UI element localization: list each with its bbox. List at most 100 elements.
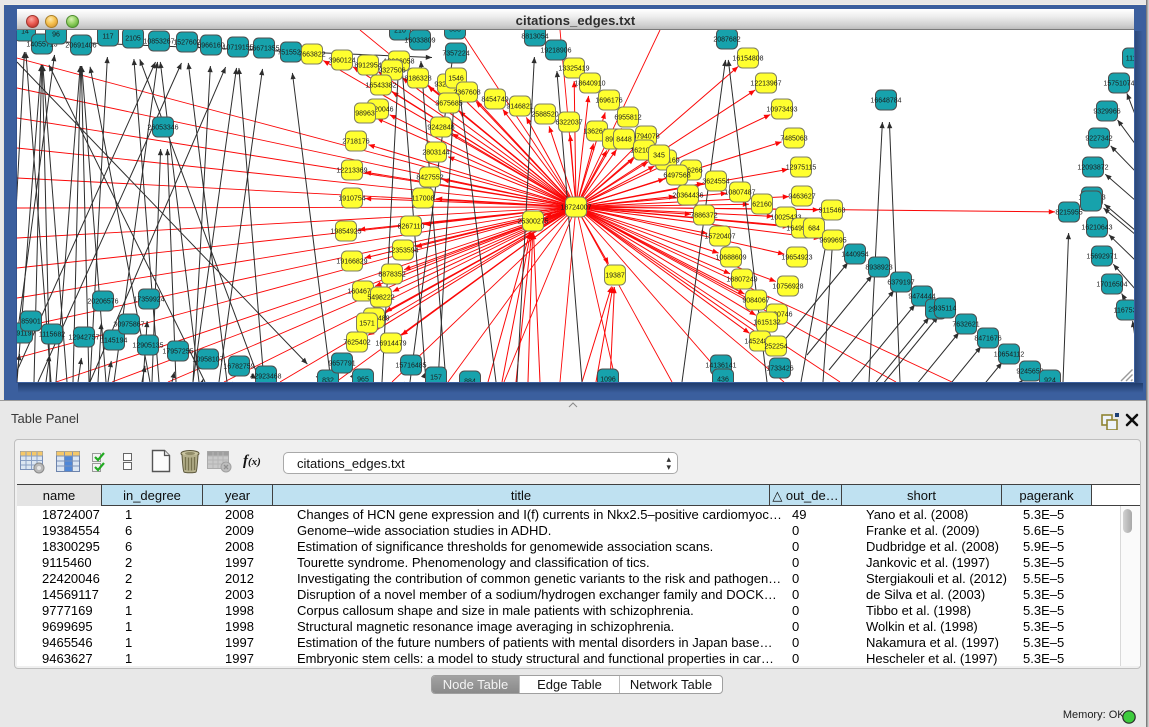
svg-text:9242848: 9242848 bbox=[427, 125, 454, 132]
svg-text:157: 157 bbox=[430, 375, 442, 382]
svg-text:16154808: 16154808 bbox=[732, 56, 763, 63]
svg-text:1167533: 1167533 bbox=[1114, 308, 1134, 315]
svg-text:1112: 1112 bbox=[1126, 56, 1134, 63]
svg-text:2105: 2105 bbox=[125, 36, 141, 43]
svg-text:8938923: 8938923 bbox=[865, 265, 892, 272]
svg-text:1096: 1096 bbox=[600, 377, 616, 383]
svg-text:10688609: 10688609 bbox=[715, 255, 746, 262]
svg-text:7632621: 7632621 bbox=[952, 322, 979, 329]
svg-text:1440954: 1440954 bbox=[841, 252, 868, 259]
svg-text:2588520: 2588520 bbox=[531, 112, 558, 119]
svg-text:8454749: 8454749 bbox=[481, 97, 508, 104]
svg-text:832: 832 bbox=[322, 378, 334, 383]
svg-text:7886372: 7886372 bbox=[690, 213, 717, 220]
svg-text:8215955: 8215955 bbox=[1055, 210, 1082, 217]
svg-text:98963: 98963 bbox=[355, 111, 375, 118]
svg-text:16210643: 16210643 bbox=[1081, 225, 1112, 232]
svg-text:3675685: 3675685 bbox=[435, 101, 462, 108]
svg-text:9657791: 9657791 bbox=[328, 361, 355, 368]
svg-text:924: 924 bbox=[1044, 378, 1056, 383]
svg-text:8448: 8448 bbox=[616, 137, 632, 144]
svg-text:12923468: 12923468 bbox=[250, 374, 281, 381]
svg-text:19218906: 19218906 bbox=[540, 48, 571, 55]
svg-text:16543382: 16543382 bbox=[365, 83, 396, 90]
svg-text:39119: 39119 bbox=[17, 331, 32, 338]
svg-text:17359924: 17359924 bbox=[133, 297, 164, 304]
svg-text:8471676: 8471676 bbox=[974, 336, 1001, 343]
svg-text:8813054: 8813054 bbox=[521, 34, 548, 41]
svg-text:9699695: 9699695 bbox=[819, 238, 846, 245]
svg-text:19387: 19387 bbox=[605, 273, 625, 280]
svg-text:12093872: 12093872 bbox=[1077, 165, 1108, 172]
svg-text:7485063: 7485063 bbox=[780, 136, 807, 143]
svg-text:16648784: 16648784 bbox=[870, 98, 901, 105]
svg-text:15751074: 15751074 bbox=[1103, 81, 1134, 88]
svg-text:12353594: 12353594 bbox=[387, 248, 418, 255]
svg-text:1615132: 1615132 bbox=[753, 320, 780, 327]
svg-text:8267110: 8267110 bbox=[398, 224, 425, 231]
svg-text:10807487: 10807487 bbox=[724, 190, 755, 197]
svg-text:7663822: 7663822 bbox=[298, 52, 325, 59]
svg-text:14136141: 14136141 bbox=[705, 363, 736, 370]
svg-text:15716485: 15716485 bbox=[395, 363, 426, 370]
svg-text:3624554: 3624554 bbox=[702, 179, 729, 186]
svg-text:6322037: 6322037 bbox=[555, 120, 582, 127]
svg-text:17016504: 17016504 bbox=[1096, 282, 1127, 289]
svg-text:9329966: 9329966 bbox=[1093, 109, 1120, 116]
svg-text:10958107: 10958107 bbox=[192, 357, 223, 364]
svg-text:9327506: 9327506 bbox=[378, 68, 405, 75]
svg-text:884: 884 bbox=[464, 379, 476, 383]
svg-text:10973493: 10973493 bbox=[766, 107, 797, 114]
svg-text:19166829: 19166829 bbox=[336, 259, 367, 266]
svg-text:5498222: 5498222 bbox=[367, 295, 394, 302]
svg-text:2718176: 2718176 bbox=[342, 139, 369, 146]
svg-text:17957255: 17957255 bbox=[162, 349, 193, 356]
svg-text:6955812: 6955812 bbox=[614, 115, 641, 122]
svg-text:935114: 935114 bbox=[934, 306, 957, 313]
svg-text:7625402: 7625402 bbox=[343, 340, 370, 347]
svg-text:62160: 62160 bbox=[752, 202, 772, 209]
svg-text:18724007: 18724007 bbox=[560, 205, 591, 212]
svg-text:96: 96 bbox=[52, 32, 60, 39]
svg-text:10654112: 10654112 bbox=[994, 352, 1025, 359]
svg-text:117: 117 bbox=[102, 34, 113, 41]
svg-text:9115460: 9115460 bbox=[819, 208, 846, 215]
svg-text:13325419: 13325419 bbox=[558, 66, 589, 73]
svg-text:12213369: 12213369 bbox=[336, 168, 367, 175]
svg-text:20364436: 20364436 bbox=[672, 193, 703, 200]
svg-text:16671355: 16671355 bbox=[248, 46, 279, 53]
svg-text:252254: 252254 bbox=[764, 344, 787, 351]
svg-text:9227342: 9227342 bbox=[1085, 136, 1112, 143]
svg-text:6794078: 6794078 bbox=[632, 134, 659, 141]
svg-text:26053346: 26053346 bbox=[147, 125, 178, 132]
svg-text:8878352: 8878352 bbox=[378, 272, 405, 279]
svg-text:19854925: 19854925 bbox=[330, 229, 361, 236]
svg-text:9146821: 9146821 bbox=[506, 104, 533, 111]
svg-text:19654923: 19654923 bbox=[781, 255, 812, 262]
svg-text:1145194: 1145194 bbox=[101, 338, 128, 345]
svg-text:9463627: 9463627 bbox=[788, 194, 815, 201]
svg-text:15720407: 15720407 bbox=[704, 234, 735, 241]
svg-text:20206576: 20206576 bbox=[87, 299, 118, 306]
svg-text:2803144: 2803144 bbox=[422, 150, 449, 157]
svg-text:12213967: 12213967 bbox=[750, 81, 781, 88]
svg-text:345: 345 bbox=[653, 153, 665, 160]
svg-text:6379197: 6379197 bbox=[887, 280, 914, 287]
svg-text:1546: 1546 bbox=[448, 76, 464, 83]
svg-text:3960124: 3960124 bbox=[328, 58, 355, 65]
svg-text:684: 684 bbox=[808, 226, 820, 233]
svg-text:10756928: 10756928 bbox=[772, 284, 803, 291]
svg-text:7357224: 7357224 bbox=[442, 51, 469, 58]
svg-text:85901: 85901 bbox=[21, 319, 41, 326]
svg-text:965: 965 bbox=[357, 377, 369, 383]
svg-text:1910754: 1910754 bbox=[338, 196, 365, 203]
svg-text:18640910: 18640910 bbox=[574, 81, 605, 88]
svg-text:1733426: 1733426 bbox=[766, 366, 793, 373]
svg-text:1571: 1571 bbox=[359, 321, 375, 328]
svg-text:16914479: 16914479 bbox=[375, 341, 406, 348]
svg-text:12975115: 12975115 bbox=[786, 165, 817, 172]
svg-text:210: 210 bbox=[394, 30, 406, 35]
svg-text:12905135: 12905135 bbox=[132, 343, 163, 350]
svg-text:8186328: 8186328 bbox=[404, 76, 431, 83]
svg-text:30975867: 30975867 bbox=[113, 322, 144, 329]
